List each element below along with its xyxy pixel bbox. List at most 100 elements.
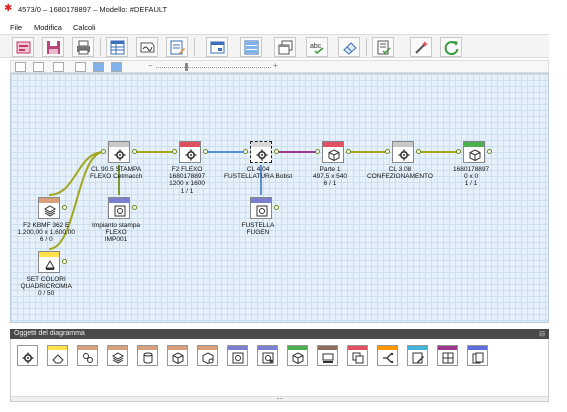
- zoom-slider-track[interactable]: [156, 67, 271, 68]
- node-port-out[interactable]: [416, 149, 421, 154]
- star-logo-icon: ✱: [4, 3, 13, 14]
- diagram-objects-palette: [10, 339, 549, 402]
- panel-pin-icon[interactable]: ⊟: [539, 330, 545, 338]
- palette-item-plate-gear[interactable]: [257, 345, 278, 366]
- diagram-node-parte[interactable]: [322, 141, 344, 163]
- node-port-out[interactable]: [132, 149, 137, 154]
- save-button[interactable]: [42, 37, 64, 57]
- magic-wand-button[interactable]: [410, 37, 432, 57]
- node-port-in[interactable]: [172, 149, 177, 154]
- node-label-flexo: F2 FLEXO 1680178897 1200 x 1600 1 / 1: [169, 166, 205, 195]
- node-port-in[interactable]: [385, 149, 390, 154]
- node-port-out[interactable]: [274, 149, 279, 154]
- node-label-line: SET COLORI: [26, 276, 66, 283]
- grid-toggle-button[interactable]: [111, 62, 122, 72]
- stack-icon: [112, 352, 124, 364]
- diagram-node-fustella[interactable]: [250, 197, 272, 219]
- diagram-node-flexo[interactable]: [179, 141, 201, 163]
- node-label-line: QUADRICROMIA: [20, 283, 72, 291]
- zoom-out-button[interactable]: −: [148, 61, 153, 70]
- node-port-in[interactable]: [456, 149, 461, 154]
- menu-file[interactable]: File: [10, 23, 22, 32]
- diagram-node-impianto[interactable]: [108, 197, 130, 219]
- stack-icon: [44, 205, 56, 217]
- palette-item-gear[interactable]: [17, 345, 38, 366]
- palette-item-cylinder[interactable]: [137, 345, 158, 366]
- document-check-icon: [377, 40, 391, 55]
- palette-item-circles[interactable]: [77, 345, 98, 366]
- spell-check-button[interactable]: abc: [306, 37, 328, 57]
- circles-icon: [83, 353, 93, 363]
- node-port-in[interactable]: [101, 149, 106, 154]
- diagram-node-colori[interactable]: [38, 251, 60, 273]
- palette-item-split[interactable]: [377, 345, 398, 366]
- node-label-line: CL 3.08: [388, 166, 412, 173]
- page-button[interactable]: [15, 62, 26, 72]
- diagram-node-confezionamento[interactable]: [392, 141, 414, 163]
- node-port-out[interactable]: [132, 205, 137, 210]
- palette-color-band: [258, 346, 277, 350]
- node-label-line: 1.200,00 x 1.600,00: [17, 229, 75, 237]
- node-port-out[interactable]: [274, 205, 279, 210]
- table-view-icon: [110, 40, 125, 55]
- palette-scrollbar[interactable]: [11, 396, 548, 401]
- diagram-node-stampa[interactable]: [108, 141, 130, 163]
- sign-document-icon: [140, 42, 155, 53]
- diagram-node-carta[interactable]: [38, 197, 60, 219]
- palette-color-band: [108, 346, 127, 350]
- grid-list-button[interactable]: [240, 37, 262, 57]
- node-port-in[interactable]: [243, 149, 248, 154]
- eraser-button[interactable]: [338, 37, 360, 57]
- palette-item-box[interactable]: [167, 345, 188, 366]
- refresh-button[interactable]: [440, 37, 462, 57]
- node-port-in[interactable]: [315, 149, 320, 154]
- node-port-out[interactable]: [487, 149, 492, 154]
- print-preview-button[interactable]: [12, 37, 34, 57]
- palette-item-pencil-note[interactable]: [407, 345, 428, 366]
- zoom-in-button[interactable]: +: [273, 61, 278, 70]
- pallet-icon: [322, 353, 334, 363]
- palette-item-box-gear[interactable]: [197, 345, 218, 366]
- node-color-band: [109, 142, 129, 147]
- palette-item-stack[interactable]: [107, 345, 128, 366]
- layout-button[interactable]: [75, 62, 86, 72]
- diagram-canvas[interactable]: CL 90.5 STAMPA FLEXO Cetmacch F2 FLEXO 1680…: [10, 73, 549, 323]
- node-port-out[interactable]: [62, 205, 67, 210]
- node-port-out[interactable]: [346, 149, 351, 154]
- palette-item-grid-box[interactable]: [437, 345, 458, 366]
- sign-document-button[interactable]: [136, 37, 158, 57]
- scrollbar-grip[interactable]: [277, 398, 283, 400]
- node-label-confezionamento: CL 3.08 CONFEZIONAMENTO: [367, 166, 433, 180]
- palette-item-eraser[interactable]: [47, 345, 68, 366]
- window-button[interactable]: [206, 37, 228, 57]
- pencil-note-icon: [412, 352, 424, 364]
- diagram-node-fustellatura[interactable]: [250, 141, 272, 163]
- palette-item-documents[interactable]: [467, 345, 488, 366]
- tree-button[interactable]: [33, 62, 44, 72]
- cylinder-icon: [143, 352, 153, 364]
- diagram-node-prodotto[interactable]: [463, 141, 485, 163]
- node-label-line: Parte 1: [319, 166, 341, 173]
- node-port-out[interactable]: [203, 149, 208, 154]
- palette-item-plate[interactable]: [227, 345, 248, 366]
- palette-color-band: [48, 346, 67, 350]
- table-view-button[interactable]: [106, 37, 128, 57]
- documents-icon: [472, 352, 484, 364]
- palette-color-band: [468, 346, 487, 350]
- menu-modifica[interactable]: Modifica: [34, 23, 62, 32]
- copy-button[interactable]: [53, 62, 64, 72]
- node-port-out[interactable]: [62, 259, 67, 264]
- node-color-band: [39, 198, 59, 203]
- node-label-line: Impianto stampa: [92, 222, 141, 229]
- print-button[interactable]: [72, 37, 94, 57]
- document-check-button[interactable]: [372, 37, 394, 57]
- palette-item-pallet[interactable]: [317, 345, 338, 366]
- copy-windows-button[interactable]: [274, 37, 296, 57]
- edit-form-button[interactable]: [166, 37, 188, 57]
- palette-item-box[interactable]: [287, 345, 308, 366]
- palette-item-layers[interactable]: [347, 345, 368, 366]
- menu-calcoli[interactable]: Calcoli: [73, 23, 96, 32]
- zoom-slider-thumb[interactable]: [184, 63, 188, 71]
- plate-icon: [232, 352, 244, 364]
- fit-button[interactable]: [93, 62, 104, 72]
